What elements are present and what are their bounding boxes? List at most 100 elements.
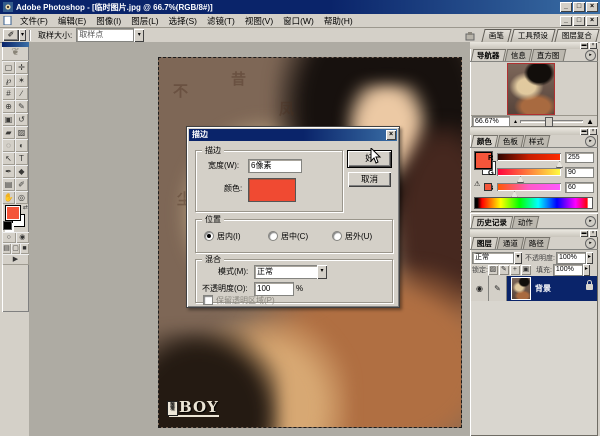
palette-close-icon[interactable]: × bbox=[589, 42, 597, 49]
dialog-title-bar[interactable]: 描边 × bbox=[189, 129, 397, 141]
radio-outside-icon[interactable] bbox=[332, 231, 342, 241]
tab-styles[interactable]: 样式 bbox=[522, 135, 551, 147]
navigator-thumbnail[interactable] bbox=[507, 63, 555, 115]
blue-slider[interactable] bbox=[497, 183, 561, 191]
mode-select[interactable]: 正常 bbox=[254, 265, 322, 279]
menu-window[interactable]: 窗口(W) bbox=[278, 15, 319, 27]
tab-navigator[interactable]: 导航器 bbox=[470, 49, 506, 61]
dialog-close-button[interactable]: × bbox=[386, 130, 396, 140]
lock-pixels-icon[interactable]: ✎ bbox=[499, 265, 509, 275]
layer-blend-mode-select[interactable]: 正常 bbox=[472, 251, 514, 264]
menu-edit[interactable]: 编辑(E) bbox=[53, 15, 91, 27]
menu-image[interactable]: 图像(I) bbox=[91, 15, 126, 27]
menu-file[interactable]: 文件(F) bbox=[15, 15, 53, 27]
tab-history[interactable]: 历史记录 bbox=[470, 216, 514, 228]
move-tool[interactable]: ✛ bbox=[15, 61, 28, 74]
menu-view[interactable]: 视图(V) bbox=[240, 15, 278, 27]
maximize-button[interactable]: □ bbox=[573, 2, 585, 12]
blue-value[interactable]: 60 bbox=[565, 182, 594, 193]
tool-preset-arrow-icon[interactable]: ▾ bbox=[19, 29, 26, 41]
pen-tool[interactable]: ✒ bbox=[2, 165, 15, 178]
green-value[interactable]: 90 bbox=[565, 167, 594, 178]
green-slider-thumb[interactable] bbox=[517, 176, 524, 183]
layer-row-background[interactable]: ◉ ✎ 背景 bbox=[471, 276, 597, 301]
minimize-button[interactable]: _ bbox=[560, 2, 572, 12]
notes-tool[interactable]: ▤ bbox=[2, 178, 15, 191]
red-value[interactable]: 255 bbox=[565, 152, 594, 163]
fullscreen-menubar-button[interactable]: ▢ bbox=[11, 243, 20, 254]
slice-tool[interactable]: ∕ bbox=[15, 87, 28, 100]
hand-tool[interactable]: ✋ bbox=[2, 191, 15, 204]
standard-screen-button[interactable]: ▤ bbox=[2, 243, 11, 254]
zoom-in-icon[interactable]: ▲ bbox=[586, 117, 594, 126]
color-title-bar[interactable]: ▬ × bbox=[470, 128, 598, 135]
palette-minimize-icon[interactable]: ▬ bbox=[580, 230, 588, 237]
menu-layer[interactable]: 图层(L) bbox=[126, 15, 163, 27]
blend-mode-dropdown-icon[interactable]: ▾ bbox=[514, 251, 522, 264]
doc-minimize-button[interactable]: _ bbox=[560, 15, 572, 26]
navigator-title-bar[interactable]: ▬ × bbox=[470, 42, 598, 49]
tab-swatches[interactable]: 色板 bbox=[496, 135, 525, 147]
gamut-color-chip[interactable] bbox=[484, 183, 492, 191]
doc-restore-button[interactable]: □ bbox=[573, 15, 585, 26]
tab-brushes[interactable]: 画笔 bbox=[481, 29, 512, 42]
palette-close-icon[interactable]: × bbox=[589, 128, 597, 135]
quick-mask-mode-button[interactable]: ◉ bbox=[16, 232, 30, 243]
path-selection-tool[interactable]: ↖ bbox=[2, 152, 15, 165]
eyedropper-tool[interactable]: ✐ bbox=[15, 178, 28, 191]
lock-all-icon[interactable]: ▣ bbox=[521, 265, 531, 275]
close-button[interactable]: × bbox=[586, 2, 598, 12]
zoom-slider[interactable] bbox=[520, 117, 583, 127]
palette-minimize-icon[interactable]: ▬ bbox=[580, 128, 588, 135]
layers-title-bar[interactable]: ▬ × bbox=[470, 230, 598, 237]
type-tool[interactable]: T bbox=[15, 152, 28, 165]
radio-center-icon[interactable] bbox=[268, 231, 278, 241]
opacity-slider-icon[interactable]: ▸ bbox=[585, 251, 593, 264]
tab-paths[interactable]: 路径 bbox=[522, 237, 551, 249]
zoom-input[interactable]: 66.67% bbox=[472, 116, 510, 127]
color-spectrum-ramp[interactable] bbox=[474, 197, 593, 209]
layer-fill-input[interactable]: 100% bbox=[552, 264, 583, 276]
clone-stamp-tool[interactable]: ▣ bbox=[2, 113, 15, 126]
palette-menu-icon[interactable]: ▸ bbox=[585, 50, 596, 61]
eyedropper-tool-button[interactable]: ✐ bbox=[3, 29, 19, 41]
default-colors-icon[interactable] bbox=[3, 221, 12, 230]
jump-to-imageready-button[interactable]: ▶ bbox=[2, 254, 29, 265]
red-slider-thumb[interactable] bbox=[556, 161, 563, 168]
radio-inside-icon[interactable] bbox=[204, 231, 214, 241]
palette-minimize-icon[interactable]: ▬ bbox=[580, 42, 588, 49]
shape-tool[interactable]: ◆ bbox=[15, 165, 28, 178]
layer-visibility-icon[interactable]: ◉ bbox=[471, 276, 489, 301]
standard-mode-button[interactable]: ○ bbox=[2, 232, 16, 243]
mode-dropdown-icon[interactable]: ▾ bbox=[317, 265, 327, 279]
palette-close-icon[interactable]: × bbox=[589, 230, 597, 237]
palette-menu-icon[interactable]: ▸ bbox=[585, 238, 596, 249]
lock-transparency-icon[interactable]: ▨ bbox=[488, 265, 498, 275]
tab-channels[interactable]: 通道 bbox=[496, 237, 525, 249]
red-slider[interactable] bbox=[497, 153, 561, 161]
palette-menu-icon[interactable]: ▸ bbox=[585, 136, 596, 147]
dodge-tool[interactable]: ◐ bbox=[15, 139, 28, 152]
sample-size-select[interactable]: 取样点 bbox=[76, 28, 135, 42]
zoom-out-icon[interactable]: ▴ bbox=[514, 118, 517, 125]
tab-color[interactable]: 颜色 bbox=[470, 135, 499, 147]
cancel-button[interactable]: 取消 bbox=[348, 172, 391, 187]
eraser-tool[interactable]: ▰ bbox=[2, 126, 15, 139]
radio-outside[interactable]: 居外(U) bbox=[332, 231, 372, 242]
fill-slider-icon[interactable]: ▸ bbox=[582, 264, 590, 276]
tab-layers[interactable]: 图层 bbox=[470, 237, 499, 249]
zoom-tool[interactable]: ◎ bbox=[15, 191, 28, 204]
magic-wand-tool[interactable]: ✶ bbox=[15, 74, 28, 87]
lasso-tool[interactable]: ℘ bbox=[2, 74, 15, 87]
menu-help[interactable]: 帮助(H) bbox=[319, 15, 358, 27]
active-layer-brush-icon[interactable]: ✎ bbox=[489, 276, 507, 301]
rectangular-marquee-tool[interactable]: ▢ bbox=[2, 61, 15, 74]
foreground-color-swatch[interactable] bbox=[5, 205, 21, 221]
opacity-input[interactable]: 100 bbox=[254, 282, 294, 296]
lock-position-icon[interactable]: + bbox=[510, 265, 520, 275]
tab-tool-presets[interactable]: 工具预设 bbox=[510, 29, 556, 42]
blur-tool[interactable]: ◌ bbox=[2, 139, 15, 152]
menu-select[interactable]: 选择(S) bbox=[164, 15, 202, 27]
layer-opacity-input[interactable]: 100% bbox=[555, 251, 586, 264]
tab-layer-comps[interactable]: 图层复合 bbox=[554, 29, 600, 42]
